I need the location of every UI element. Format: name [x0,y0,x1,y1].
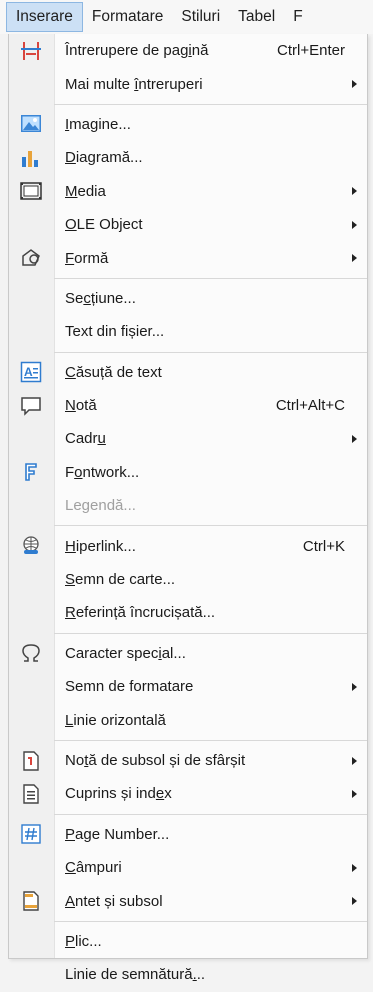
menu-item-page-number[interactable]: Page Number... [9,818,367,851]
menu-item-legenda: Legendă... [9,489,367,522]
submenu-arrow-icon [352,434,357,443]
footnote-icon [19,749,43,773]
media-icon [19,179,43,203]
menu-item-label: Plic... [65,932,102,950]
menu-item-label: Formă [65,249,109,267]
menu-item-semn-de-carte[interactable]: Semn de carte... [9,563,367,596]
menu-item-label: Semn de carte... [65,571,176,589]
menu-item-hiperlink[interactable]: Hiperlink... Ctrl+K [9,529,367,562]
menu-separator [54,632,367,634]
menu-item-label: Linie orizontală [65,711,166,729]
menu-item-sectiune[interactable]: Secțiune... [9,282,367,315]
menu-item-media[interactable]: Media [9,175,367,208]
menu-item-intrerupere-de-pagina[interactable]: Întrerupere de pagină Ctrl+Enter [9,34,367,67]
menu-item-label: Căsuță de text [65,363,162,381]
menu-tabel[interactable]: Tabel [229,2,284,32]
comment-icon [19,394,43,418]
submenu-arrow-icon [352,220,357,229]
menu-item-label: Imagine... [65,115,131,133]
menu-item-ole-object[interactable]: OLE Object [9,208,367,241]
menu-item-label: Legendă... [65,497,136,515]
menu-item-label: Media [65,182,106,200]
page-number-icon [19,822,43,846]
submenu-arrow-icon [352,863,357,872]
svg-text:A: A [24,365,33,379]
chart-icon [19,146,43,170]
menu-item-label: Caracter special... [65,644,186,662]
menu-separator [54,277,367,279]
menu-item-label: Câmpuri [65,859,122,877]
menu-item-label: Antet și subsol [65,892,163,910]
toc-icon [19,782,43,806]
page-break-icon [19,39,43,63]
menu-bar: Inserare Formatare Stiluri Tabel F [0,0,373,34]
menu-item-shortcut: Ctrl+Enter [277,42,345,60]
menu-next-truncated[interactable]: F [284,2,311,32]
hyperlink-icon [19,534,43,558]
menu-item-fontwork[interactable]: Fontwork... [9,456,367,489]
menu-separator [54,813,367,815]
fontwork-icon [19,460,43,484]
menu-separator [54,920,367,922]
menu-separator [54,351,367,353]
menu-item-forma[interactable]: Formă [9,241,367,274]
menu-item-referinta-incrucisata[interactable]: Referință încrucișată... [9,596,367,629]
submenu-arrow-icon [352,756,357,765]
submenu-arrow-icon [352,80,357,89]
menu-item-label: Linie de semnătură... [65,966,206,984]
menu-item-label: Referință încrucișată... [65,604,216,622]
menu-item-label: Text din fișier... [65,323,165,341]
menu-item-cadru[interactable]: Cadru [9,422,367,455]
menu-item-mai-multe-intreruperi[interactable]: Mai multe întreruperi [9,67,367,100]
shape-icon [19,246,43,270]
menu-item-label: Semn de formatare [65,678,194,696]
textbox-icon: A [19,360,43,384]
image-icon [19,112,43,136]
menu-item-casuta-de-text[interactable]: A Căsuță de text [9,356,367,389]
menu-item-caracter-special[interactable]: Caracter special... [9,637,367,670]
menu-item-campuri[interactable]: Câmpuri [9,851,367,884]
menu-item-label: Notă de subsol și de sfârșit [65,752,246,769]
submenu-arrow-icon [352,254,357,263]
menu-item-label: Cadru [65,430,106,448]
menu-item-label: Mai multe întreruperi [65,75,203,93]
menu-item-text-din-fisier[interactable]: Text din fișier... [9,315,367,348]
menu-item-diagrama[interactable]: Diagramă... [9,141,367,174]
menu-items: Întrerupere de pagină Ctrl+Enter Mai multe… [9,34,367,992]
insert-dropdown-menu: Întrerupere de pagină Ctrl+Enter Mai multe… [8,34,368,983]
menu-item-label: Notă [65,397,97,415]
menu-item-nota-de-subsol-si-de-sfarsit[interactable]: Notă de subsol și de sfârșit [9,744,367,777]
submenu-arrow-icon [352,789,357,798]
menu-item-linie-de-semnatura[interactable]: Linie de semnătură... [9,958,367,991]
submenu-arrow-icon [352,682,357,691]
menu-item-imagine[interactable]: Imagine... [9,108,367,141]
menu-item-label: Page Number... [65,825,170,843]
menu-item-semn-de-formatare[interactable]: Semn de formatare [9,670,367,703]
menu-item-label: Întrerupere de pagină [65,42,209,60]
menu-item-shortcut: Ctrl+Alt+C [275,397,345,415]
submenu-arrow-icon [352,187,357,196]
menu-separator [54,103,367,105]
menu-item-label: Hiperlink... [65,537,136,555]
menu-formatare[interactable]: Formatare [83,2,173,32]
menu-separator [54,739,367,741]
menu-item-label: Secțiune... [65,289,136,307]
menu-item-linie-orizontala[interactable]: Linie orizontală [9,703,367,736]
omega-icon [19,641,43,665]
menu-item-label: Cuprins și index [65,785,172,803]
menu-separator [54,525,367,527]
menu-item-label: OLE Object [65,216,143,234]
menu-item-shortcut: Ctrl+K [302,537,345,555]
menu-item-plic[interactable]: Plic... [9,925,367,958]
menu-item-label: Diagramă... [65,149,143,167]
menu-inserare[interactable]: Inserare [6,2,83,32]
menu-item-antet-si-subsol[interactable]: Antet și subsol [9,884,367,917]
menu-item-nota[interactable]: Notă Ctrl+Alt+C [9,389,367,422]
menu-item-cuprins-si-index[interactable]: Cuprins și index [9,777,367,810]
header-footer-icon [19,889,43,913]
menu-item-label: Fontwork... [65,463,140,481]
menu-stiluri[interactable]: Stiluri [172,2,229,32]
submenu-arrow-icon [352,897,357,906]
